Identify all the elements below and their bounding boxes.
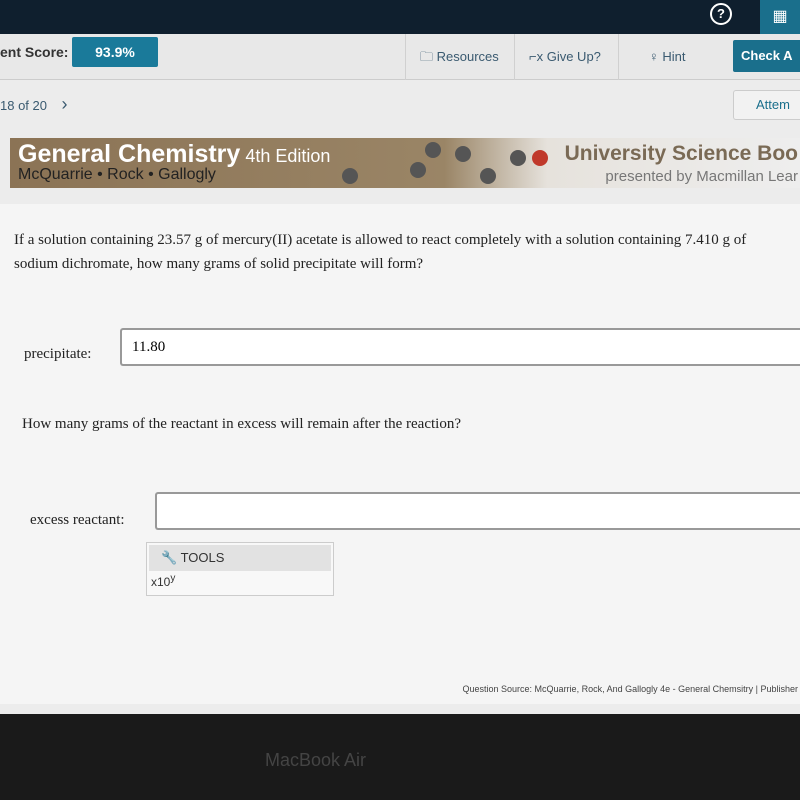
resources-button[interactable]: 🗀 Resources (405, 34, 514, 80)
score-label: ent Score: (0, 44, 69, 60)
next-question-button[interactable]: › (61, 94, 67, 114)
question-text: If a solution containing 23.57 g of merc… (14, 232, 747, 272)
question-nav: 18 of 20 › (0, 94, 68, 114)
attempts-button[interactable]: Attem (733, 90, 800, 120)
app-screen: ent Score: 93.9% 🗀 Resources ⌐x Give Up?… (0, 34, 800, 714)
precipitate-input[interactable]: 11.80 (120, 328, 800, 366)
question-area: If a solution containing 23.57 g of merc… (0, 204, 800, 704)
textbook-banner: General Chemistry 4th Edition McQuarrie … (10, 138, 800, 188)
help-icon[interactable]: ? (710, 3, 732, 25)
toolbar: ent Score: 93.9% 🗀 Resources ⌐x Give Up?… (0, 34, 800, 80)
folder-icon: 🗀 (420, 49, 437, 64)
hint-button[interactable]: ♀ Hint (618, 34, 723, 80)
tools-panel: 🔧 TOOLS x10y (146, 542, 334, 596)
give-up-icon: ⌐x (529, 49, 547, 64)
check-answer-button[interactable]: Check A (733, 40, 800, 72)
lightbulb-icon: ♀ (649, 49, 663, 64)
scientific-notation-button[interactable]: x10y (147, 573, 333, 589)
excess-reactant-label: excess reactant: (30, 512, 125, 528)
score-badge: 93.9% (72, 37, 158, 67)
tools-button[interactable]: 🔧 TOOLS (149, 545, 331, 571)
question-text-2: How many grams of the reactant in excess… (22, 416, 461, 432)
wrench-icon: 🔧 (161, 550, 178, 565)
top-bar: ? ▦ (0, 0, 800, 34)
question-source: Question Source: McQuarrie, Rock, And Ga… (462, 684, 798, 694)
give-up-button[interactable]: ⌐x Give Up? (514, 34, 618, 80)
molecule-decoration (425, 142, 441, 158)
device-label: MacBook Air (265, 750, 367, 770)
precipitate-label: precipitate: (24, 346, 92, 362)
calendar-icon[interactable]: ▦ (760, 0, 800, 34)
excess-reactant-input[interactable] (155, 492, 800, 530)
